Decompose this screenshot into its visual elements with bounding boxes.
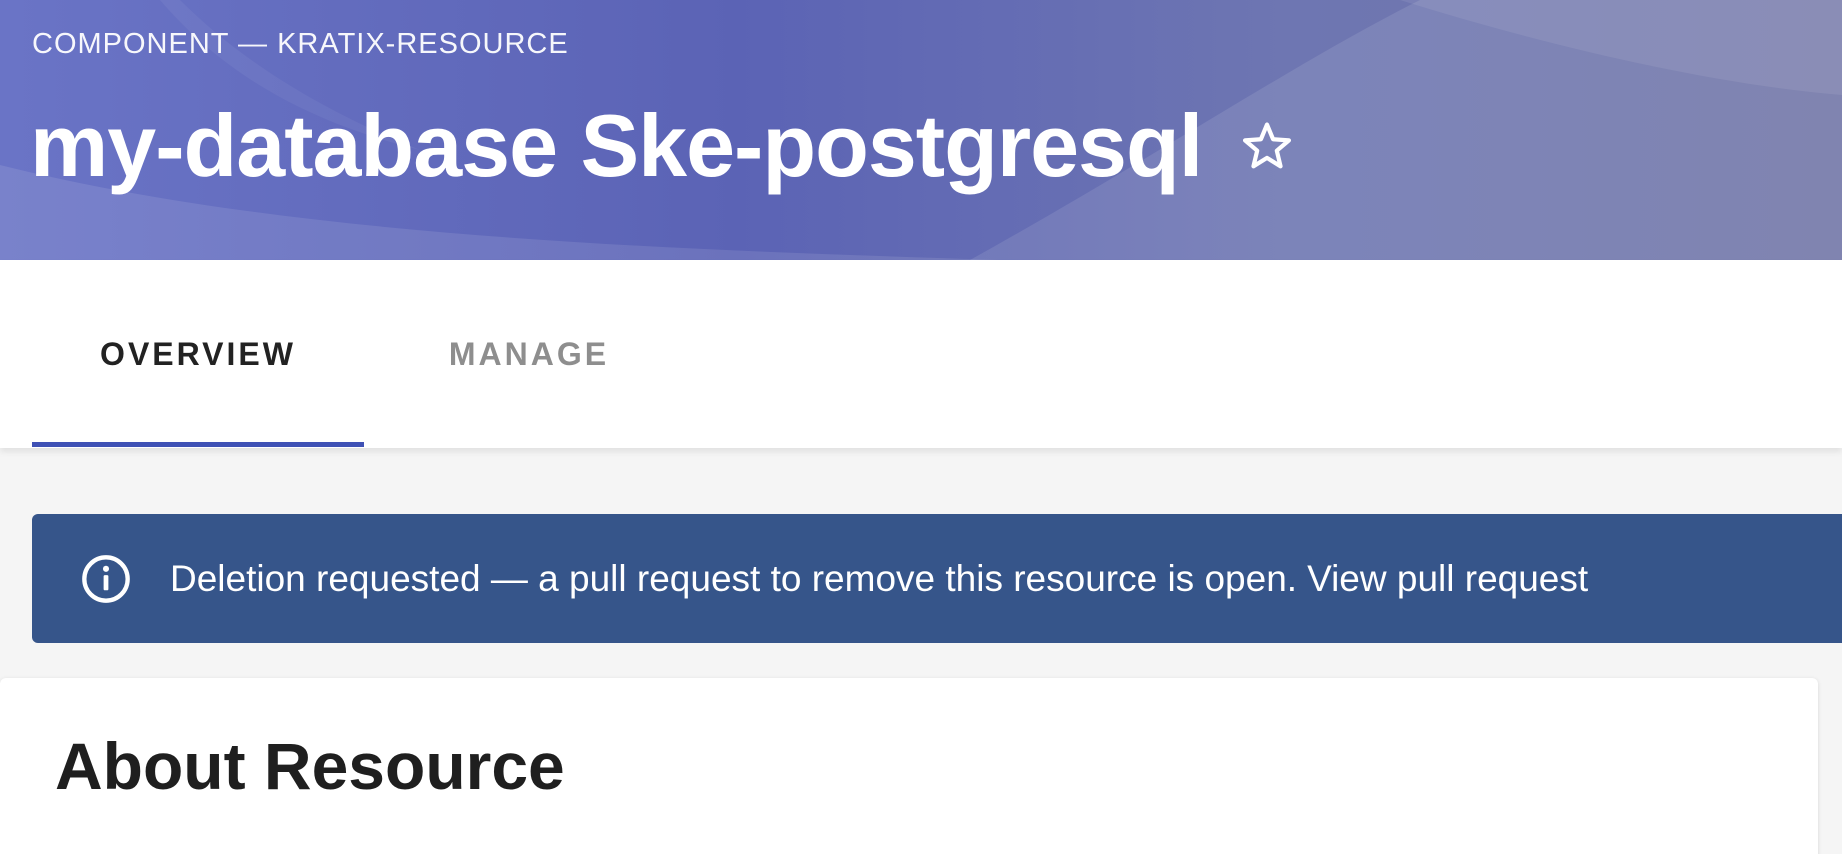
card-title: About Resource xyxy=(55,729,565,803)
info-icon xyxy=(80,553,132,605)
header-title-row: my-database Ske-postgresql xyxy=(30,96,1296,196)
deletion-alert-banner: Deletion requested — a pull request to r… xyxy=(32,514,1842,643)
header-kind-label: COMPONENT — KRATIX-RESOURCE xyxy=(32,28,569,60)
tab-overview[interactable]: OVERVIEW xyxy=(32,260,364,448)
tab-manage[interactable]: MANAGE xyxy=(400,260,658,448)
alert-message: Deletion requested — a pull request to r… xyxy=(170,557,1298,599)
view-pull-request-link[interactable]: View pull request xyxy=(1307,558,1588,599)
tab-bar: OVERVIEW MANAGE xyxy=(0,260,1842,448)
page: COMPONENT — KRATIX-RESOURCE my-database … xyxy=(0,0,1842,854)
about-resource-card: About Resource xyxy=(0,678,1818,854)
tab-active-indicator xyxy=(32,442,364,447)
star-outline-icon xyxy=(1243,122,1292,169)
favorite-button[interactable] xyxy=(1238,117,1296,175)
page-title: my-database Ske-postgresql xyxy=(30,96,1203,195)
page-header: COMPONENT — KRATIX-RESOURCE my-database … xyxy=(0,0,1842,260)
alert-message-row: Deletion requested — a pull request to r… xyxy=(170,558,1588,600)
